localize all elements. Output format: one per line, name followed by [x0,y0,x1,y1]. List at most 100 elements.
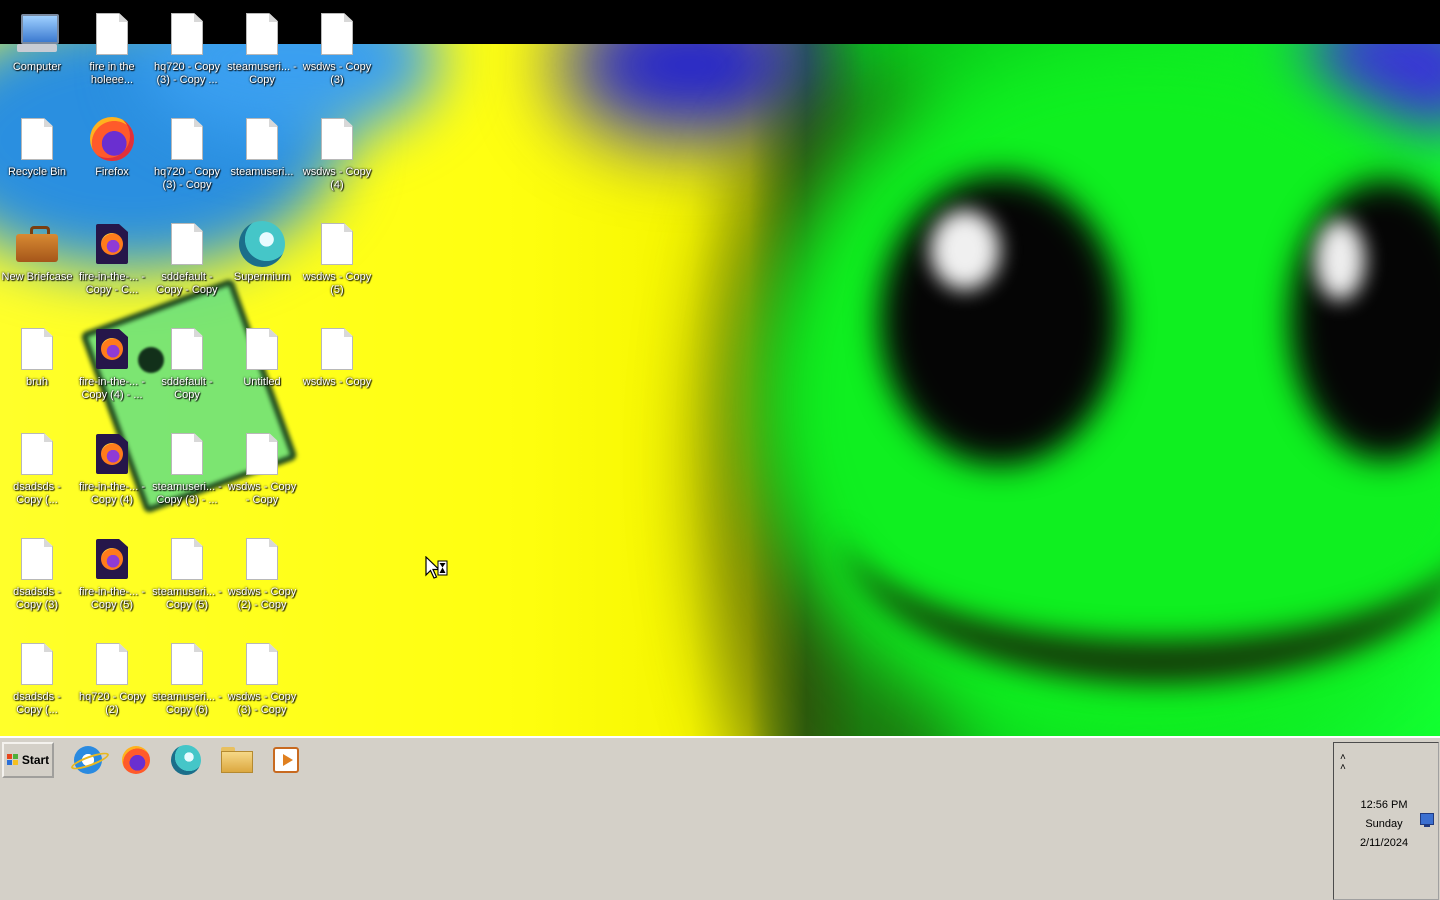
desktop-icon-label: fire-in-the-... - Copy (4) - ... [78,376,145,401]
clock-date[interactable]: 2/11/2024 [1334,837,1434,849]
desktop-icon[interactable]: fire-in-the-... - Copy - C... [75,220,149,297]
desktop-icon[interactable]: dsadsds - Copy (... [0,430,74,507]
desktop-icon[interactable]: fire in the holeee... [75,10,149,87]
desktop-icon[interactable]: hq720 - Copy (2) [75,640,149,717]
desktop-icon-label: Untitled [243,376,281,388]
desktop-icon[interactable]: hq720 - Copy (3) - Copy ... [150,10,224,87]
desktop-icon-label: wsdws - Copy - Copy [227,481,297,506]
desktop-icon-label: hq720 - Copy (2) [78,691,146,716]
desktop-icon[interactable]: sddefault - Copy [150,325,224,402]
supermium-icon [238,220,286,268]
document-icon [313,10,361,58]
desktop-icon[interactable]: fire-in-the-... - Copy (4) [75,430,149,507]
document-icon [163,115,211,163]
desktop-icon[interactable]: dsadsds - Copy (... [0,640,74,717]
start-label: Start [21,753,50,767]
desktop-icon[interactable]: wsdws - Copy (3) [300,10,374,87]
desktop-icon[interactable]: Untitled [225,325,299,389]
desktop-icon-label: fire-in-the-... - Copy (4) [78,481,145,506]
desktop-icon[interactable]: steamuseri... - Copy (5) [150,535,224,612]
desktop-icon-label: New Briefcase [1,271,73,283]
system-tray: ˄ ˄ 12:56 PM Sunday 2/11/2024 [1333,742,1439,900]
desktop-icon[interactable]: Supermium [225,220,299,284]
desktop-icon[interactable]: wsdws - Copy (5) [300,220,374,297]
start-button[interactable]: Start [2,742,54,778]
desktop-icon[interactable]: steamuseri... [225,115,299,179]
document-icon [238,10,286,58]
desktop-icon-label: wsdws - Copy (3) - Copy [227,691,297,716]
document-icon [163,640,211,688]
media-player-icon[interactable] [270,744,302,776]
network-icon[interactable] [1420,813,1434,827]
firefox-document-icon [88,325,136,373]
desktop-icon-label: fire-in-the-... - Copy - C... [78,271,145,296]
desktop-icon-label: wsdws - Copy (3) [302,61,372,86]
desktop-icon[interactable]: wsdws - Copy (4) [300,115,374,192]
desktop-icon-label: wsdws - Copy (2) - Copy [227,586,297,611]
document-icon [238,640,286,688]
desktop-icon-label: hq720 - Copy (3) - Copy ... [153,61,221,86]
document-icon [163,430,211,478]
desktop-icon-label: fire in the holeee... [89,61,135,86]
desktop-icon-label: bruh [25,376,49,388]
computer-icon [13,10,61,58]
desktop-icon[interactable]: wsdws - Copy (3) - Copy [225,640,299,717]
desktop-icon-label: dsadsds - Copy (3) [13,586,61,611]
recycle-bin-icon [13,115,61,163]
document-icon [13,325,61,373]
firefox-document-icon [88,535,136,583]
clock-day[interactable]: Sunday [1334,818,1434,830]
desktop-icon-label: steamuseri... - Copy (6) [152,691,222,716]
document-icon [313,115,361,163]
document-icon [238,535,286,583]
desktop-icon[interactable]: New Briefcase [0,220,74,284]
desktop-icon-label: dsadsds - Copy (... [13,691,61,716]
document-icon [313,220,361,268]
firefox-document-icon [88,430,136,478]
desktop-icon-label: fire-in-the-... - Copy (5) [78,586,145,611]
desktop-icon-label: sddefault - Copy - Copy [156,271,218,296]
desktop-icon-label: wsdws - Copy (5) [302,271,372,296]
desktop-icon[interactable]: wsdws - Copy (2) - Copy [225,535,299,612]
document-icon [13,640,61,688]
desktop-icon[interactable]: steamuseri... - Copy (3) - ... [150,430,224,507]
desktop-icon[interactable]: dsadsds - Copy (3) [0,535,74,612]
file-explorer-icon[interactable] [221,744,253,776]
document-icon [238,430,286,478]
desktop: Computer fire in the holeee... hq720 - Cop… [0,0,1440,736]
desktop-icon[interactable]: steamuseri... - Copy (6) [150,640,224,717]
desktop-icon[interactable]: Recycle Bin [0,115,74,179]
document-icon [88,640,136,688]
document-icon [163,220,211,268]
desktop-icon-label: dsadsds - Copy (... [13,481,61,506]
supermium-icon[interactable] [170,744,202,776]
desktop-icon[interactable]: sddefault - Copy - Copy [150,220,224,297]
desktop-icon[interactable]: hq720 - Copy (3) - Copy [150,115,224,192]
show-hidden-icons-button[interactable]: ˄ ˄ [1340,753,1346,773]
desktop-icon-label: Computer [12,61,62,73]
document-icon [13,535,61,583]
internet-explorer-icon[interactable] [72,744,104,776]
document-icon [163,10,211,58]
desktop-icon[interactable]: Computer [0,10,74,74]
desktop-icon-label: sddefault - Copy [161,376,213,401]
mouse-cursor-icon [425,556,448,579]
document-icon [88,10,136,58]
briefcase-icon [13,220,61,268]
windows-logo-icon [6,754,19,766]
desktop-icon[interactable]: wsdws - Copy - Copy [225,430,299,507]
clock-time[interactable]: 12:56 PM [1334,799,1434,811]
desktop-icon[interactable]: fire-in-the-... - Copy (4) - ... [75,325,149,402]
desktop-icon[interactable]: wsdws - Copy [300,325,374,389]
desktop-icon[interactable]: bruh [0,325,74,389]
desktop-icon[interactable]: steamuseri... - Copy [225,10,299,87]
desktop-icon-label: Firefox [95,166,129,178]
document-icon [238,325,286,373]
desktop-icon-label: wsdws - Copy [302,376,372,388]
desktop-icon[interactable]: Firefox [75,115,149,179]
desktop-icon-label: steamuseri... [230,166,294,178]
desktop-icon[interactable]: fire-in-the-... - Copy (5) [75,535,149,612]
desktop-icon-label: steamuseri... - Copy (3) - ... [152,481,222,506]
firefox-icon[interactable] [120,744,152,776]
document-icon [313,325,361,373]
